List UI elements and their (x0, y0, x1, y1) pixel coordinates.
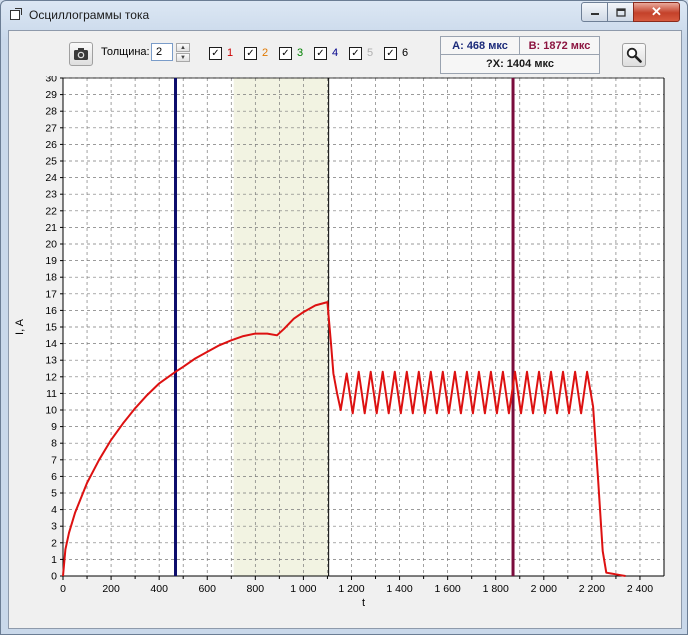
channel-2-label: 2 (262, 47, 269, 59)
thickness-label: Толщина: (101, 46, 150, 58)
thickness-spin-up[interactable]: ▲ (176, 43, 190, 52)
channel-5-label: 5 (367, 47, 374, 59)
y-tick-label: 12 (45, 371, 57, 383)
y-tick-label: 19 (45, 255, 57, 267)
checkbox-check-icon: ✓ (314, 46, 327, 60)
toolbar: Толщина: 2 ▲ ▼ ✓ 1 ✓ 2 ✓ 3 ✓ 4 ✓ 5 ✓ 6 A: 468 мкс B… (9, 31, 681, 75)
y-tick-label: 27 (45, 122, 57, 134)
channel-4-checkbox[interactable]: ✓ 4 (314, 46, 338, 60)
window-title: Осциллограммы тока (29, 8, 150, 22)
y-tick-label: 25 (45, 156, 57, 168)
x-tick-label: 800 (247, 583, 265, 595)
x-tick-label: 1 600 (434, 583, 460, 595)
x-tick-label: 400 (150, 583, 168, 595)
x-tick-label: 1 000 (290, 583, 316, 595)
window-app-icon (10, 8, 22, 20)
x-tick-label: 1 800 (483, 583, 509, 595)
x-tick-label: 200 (102, 583, 120, 595)
y-tick-label: 5 (51, 488, 57, 500)
channel-2-checkbox[interactable]: ✓ 2 (244, 46, 268, 60)
close-button[interactable]: ✕ (633, 2, 680, 22)
plot-area[interactable]: 0 1 2 3 4 5 6 7 8 9 10 11 12 13 14 15 16 17 18 19 20 21 22 23 24… (9, 73, 681, 628)
y-tick-label: 15 (45, 322, 57, 334)
current-chart[interactable]: 0123456789101112131415161718192021222324… (9, 73, 681, 628)
x-tick-label: 600 (198, 583, 216, 595)
x-tick-label: 1 400 (386, 583, 412, 595)
channel-6-checkbox[interactable]: ✓ 6 (384, 46, 408, 60)
title-bar[interactable]: Осциллограммы тока ✕ (1, 1, 687, 29)
cursor-a-readout: A: 468 мкс (441, 37, 520, 55)
y-tick-label: 21 (45, 222, 57, 234)
checkbox-check-icon: ✓ (279, 46, 292, 60)
channel-5-checkbox[interactable]: ✓ 5 (349, 46, 373, 60)
y-axis-label: I, A (14, 318, 26, 335)
checkbox-check-icon: ✓ (244, 46, 257, 60)
channel-6-label: 6 (402, 47, 409, 59)
channel-3-label: 3 (297, 47, 304, 59)
x-tick-label: 2 200 (579, 583, 605, 595)
y-tick-label: 6 (51, 471, 57, 483)
y-tick-label: 4 (51, 504, 57, 516)
cursor-delta-readout: ?X: 1404 мкс (486, 58, 554, 70)
y-tick-label: 7 (51, 454, 57, 466)
thickness-input[interactable]: 2 (151, 43, 173, 61)
x-tick-label: 1 200 (338, 583, 364, 595)
cursor-b-readout: B: 1872 мкс (520, 37, 599, 55)
checkbox-check-icon: ✓ (209, 46, 222, 60)
zoom-button[interactable] (622, 43, 646, 67)
y-tick-label: 17 (45, 288, 57, 300)
spin-down-icon: ▼ (180, 54, 186, 61)
y-tick-label: 29 (45, 89, 57, 101)
y-tick-label: 9 (51, 421, 57, 433)
y-tick-label: 30 (45, 76, 57, 85)
y-tick-label: 10 (45, 405, 57, 417)
minimize-button[interactable] (581, 2, 609, 22)
y-tick-label: 0 (51, 571, 57, 583)
y-tick-label: 23 (45, 189, 57, 201)
checkbox-check-icon: ✓ (349, 46, 362, 60)
y-tick-label: 24 (45, 172, 57, 184)
channel-4-label: 4 (332, 47, 339, 59)
y-tick-label: 3 (51, 521, 57, 533)
maximize-button[interactable] (607, 2, 635, 22)
spin-up-icon: ▲ (180, 44, 186, 51)
checkbox-check-icon: ✓ (384, 46, 397, 60)
y-tick-label: 18 (45, 272, 57, 284)
oscillogram-window: Осциллограммы тока ✕ Толщина: 2 ▲ ▼ ✓ 1 … (0, 0, 688, 635)
zoom-icon (626, 47, 642, 63)
cursor-readout: A: 468 мкс B: 1872 мкс ?X: 1404 мкс (440, 36, 600, 74)
y-tick-label: 1 (51, 554, 57, 566)
channel-3-checkbox[interactable]: ✓ 3 (279, 46, 303, 60)
y-tick-label: 28 (45, 106, 57, 118)
x-tick-label: 2 000 (531, 583, 557, 595)
x-tick-label: 2 400 (627, 583, 653, 595)
y-tick-label: 8 (51, 438, 57, 450)
x-axis-label: t (362, 597, 365, 609)
client-area: Толщина: 2 ▲ ▼ ✓ 1 ✓ 2 ✓ 3 ✓ 4 ✓ 5 ✓ 6 A: 468 мкс B… (8, 30, 682, 629)
screenshot-button[interactable] (69, 42, 93, 66)
camera-icon (74, 48, 88, 60)
close-icon: ✕ (651, 4, 662, 19)
y-tick-label: 26 (45, 139, 57, 151)
y-tick-label: 14 (45, 338, 57, 350)
y-tick-label: 11 (46, 388, 57, 400)
y-tick-label: 20 (45, 239, 57, 251)
x-tick-label: 0 (60, 583, 66, 595)
channel-1-label: 1 (227, 47, 234, 59)
channel-1-checkbox[interactable]: ✓ 1 (209, 46, 233, 60)
thickness-spin-down[interactable]: ▼ (176, 53, 190, 62)
y-tick-label: 22 (45, 205, 57, 217)
minimize-icon (591, 13, 599, 15)
y-tick-label: 2 (51, 537, 57, 549)
y-tick-label: 16 (45, 305, 57, 317)
y-tick-label: 13 (45, 355, 57, 367)
maximize-icon (616, 7, 626, 17)
